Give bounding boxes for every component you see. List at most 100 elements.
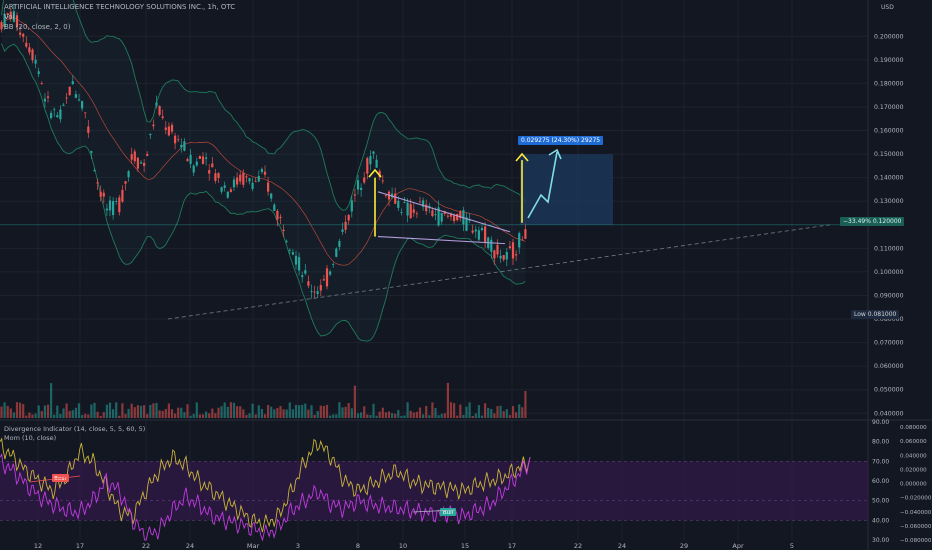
volume-bar	[285, 409, 288, 418]
volume-bar	[344, 406, 347, 418]
candle-body	[322, 279, 325, 281]
volume-bar	[394, 413, 397, 418]
volume-bar	[422, 414, 425, 418]
candle-body	[81, 101, 84, 109]
volume-bar	[239, 406, 242, 418]
candle-body	[493, 250, 496, 259]
volume-bar	[508, 415, 511, 418]
candle-body	[105, 208, 108, 211]
time-tick-label: 8	[356, 542, 360, 550]
time-tick-label: 29	[680, 542, 688, 550]
volume-bar	[366, 414, 369, 418]
volume-bar	[84, 413, 87, 418]
candle-body	[22, 33, 25, 37]
volume-bar	[322, 405, 325, 418]
candle-body	[431, 210, 434, 217]
volume-bar	[381, 407, 384, 418]
volume-bar	[511, 406, 515, 418]
volume-bar	[139, 405, 143, 418]
candle-body	[34, 59, 37, 64]
volume-bar	[301, 404, 304, 418]
volume-bar	[50, 383, 53, 418]
candle-body	[245, 176, 248, 178]
candle-body	[152, 124, 155, 127]
time-axis[interactable]: 12 17 22 24 Mar 3 8 10 15 17 22 24 29 Apr 5	[34, 542, 794, 550]
volume-bar	[170, 409, 174, 418]
candle-body	[453, 215, 456, 222]
candle-body	[254, 181, 257, 183]
volume-bar	[71, 410, 74, 418]
time-tick-label: Apr	[732, 542, 744, 550]
candle-body	[251, 182, 254, 189]
candle-body	[446, 215, 449, 217]
candle-body	[366, 158, 369, 174]
candle-body	[77, 99, 81, 101]
candle-body	[257, 175, 260, 182]
symbol-title[interactable]: ARTIFICIAL INTELLIGENCE TECHNOLOGY SOLUT…	[4, 2, 235, 12]
volume-bar	[53, 414, 56, 418]
candle-body	[394, 193, 397, 204]
candle-body	[279, 216, 282, 219]
time-tick-label: 15	[461, 542, 469, 550]
candle-body	[353, 194, 356, 196]
momentum-tick-label: 0.080000	[900, 425, 927, 431]
chart-canvas: 0.200000 0.190000 0.180000 0.170000 0.160000…	[0, 0, 932, 550]
price-tick-label: 0.160000	[874, 128, 904, 135]
time-tick-label: 22	[574, 542, 582, 550]
candle-body	[146, 153, 149, 156]
oscillator-tick-label: 40.00	[872, 517, 889, 524]
candle-body	[161, 116, 164, 118]
volume-bar	[127, 408, 130, 418]
candle-body	[53, 109, 56, 111]
volume-bar	[304, 403, 307, 418]
price-tick-label: 0.060000	[874, 363, 904, 370]
momentum-legend[interactable]: Mom (10, close)	[4, 434, 56, 442]
time-tick-label: Mar	[247, 542, 260, 550]
divergence-legend[interactable]: Divergence Indicator (14, close, 5, 5, 6…	[4, 425, 145, 433]
vol-legend[interactable]: Vol	[4, 12, 235, 22]
candle-body	[192, 165, 195, 173]
projection-label: 0.029275 (24.30%) 29275	[518, 136, 604, 145]
candle-body	[195, 161, 198, 166]
volume-bar	[15, 402, 19, 418]
candle-body	[332, 264, 335, 266]
volume-bar	[180, 407, 183, 418]
candle-body	[46, 96, 50, 98]
volume-bar	[518, 404, 521, 418]
volume-bar	[431, 402, 434, 418]
candle-body	[121, 189, 124, 202]
time-tick-label: 17	[76, 542, 84, 550]
volume-bar	[236, 406, 239, 418]
bb-legend[interactable]: BB (20, close, 2, 0)	[4, 22, 235, 32]
volume-bar	[25, 415, 28, 418]
price-tick-label: 0.040000	[874, 410, 904, 417]
volume-bar	[428, 415, 431, 418]
volume-bar	[446, 382, 449, 418]
volume-bar	[403, 415, 406, 418]
candle-body	[291, 252, 294, 255]
volume-bar	[133, 407, 136, 418]
volume-bar	[325, 404, 329, 418]
candle-body	[480, 227, 484, 231]
candle-body	[360, 187, 363, 190]
candle-body	[490, 239, 493, 252]
candle-body	[43, 98, 46, 102]
candle-body	[456, 213, 459, 221]
volume-bar	[415, 411, 418, 418]
candle-body	[381, 180, 384, 182]
volume-bar	[189, 415, 192, 418]
volume-bar	[524, 390, 527, 418]
volume-bar	[158, 410, 161, 418]
candle-body	[260, 168, 263, 172]
price-tick-label: 0.190000	[874, 57, 904, 64]
volume-bar	[456, 415, 459, 418]
price-tick-label: 0.200000	[874, 33, 904, 40]
volume-bar	[335, 414, 338, 418]
candle-body	[344, 221, 347, 230]
volume-bar	[332, 414, 335, 418]
volume-bar	[443, 413, 446, 418]
candle-body	[50, 112, 53, 119]
volume-bar	[372, 403, 375, 418]
volume-bar	[74, 407, 77, 418]
candle-body	[93, 170, 96, 172]
